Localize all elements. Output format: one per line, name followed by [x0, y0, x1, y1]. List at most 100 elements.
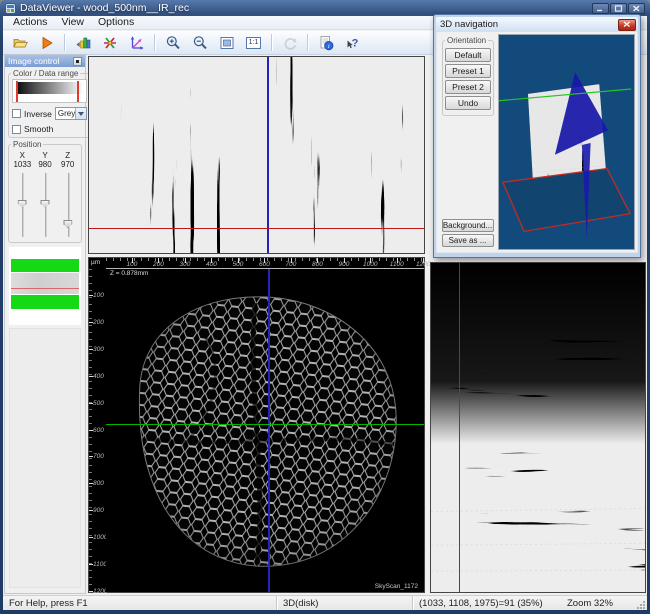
ruler-tick: 800: [89, 457, 106, 484]
smooth-label: Smooth: [24, 124, 53, 134]
axis-name: Z: [56, 151, 79, 160]
rotate-icon[interactable]: [278, 33, 301, 53]
top-slice-view[interactable]: [88, 56, 425, 254]
nav3d-window: 3D navigation Orientation Default Preset …: [433, 14, 641, 258]
axes-icon[interactable]: [125, 33, 148, 53]
ruler-tick: 800: [292, 258, 319, 268]
position-slider[interactable]: [34, 171, 57, 239]
vertical-ruler: 100200300400500600700800900100011001200: [89, 269, 106, 592]
status-mode-text: 3D(disk): [277, 598, 412, 609]
ruler-tick: 700: [265, 258, 292, 268]
zoom-in-icon[interactable]: [161, 33, 184, 53]
actual-size-icon[interactable]: 1:1: [242, 33, 265, 53]
info-icon[interactable]: i: [314, 33, 337, 53]
axis-value: 970: [56, 160, 79, 169]
position-slider[interactable]: [56, 171, 79, 239]
panel-empty-area: [9, 328, 81, 588]
preview-grey-band: [11, 273, 79, 294]
menu-item[interactable]: Actions: [6, 16, 54, 29]
blue-slice-line[interactable]: [267, 57, 269, 253]
app-icon: [5, 3, 16, 14]
play-icon[interactable]: [35, 33, 58, 53]
volume-render-image: [499, 35, 634, 249]
orientation-preset-button[interactable]: Undo: [445, 96, 491, 110]
ruler-tick: 100: [106, 258, 133, 268]
image-control-title: Image control: [8, 56, 60, 66]
preview-red-line: [11, 288, 79, 289]
side-slice-view[interactable]: [430, 262, 646, 593]
position-slider[interactable]: [11, 171, 34, 239]
nav3d-title-bar[interactable]: 3D navigation: [436, 17, 638, 32]
status-zoom-text: Zoom 32%: [561, 598, 633, 609]
ruler-tick: 1000: [345, 258, 372, 268]
maximize-button[interactable]: [610, 3, 627, 14]
menu-item[interactable]: View: [54, 16, 91, 29]
inverse-label: Inverse: [24, 109, 52, 119]
red-slice-line[interactable]: [89, 228, 424, 229]
axis-name: X: [11, 151, 34, 160]
save-as-button[interactable]: Save as ...: [442, 234, 494, 247]
close-button[interactable]: [628, 3, 645, 14]
inverse-checkbox[interactable]: [12, 109, 21, 118]
background-button[interactable]: Background...: [442, 219, 494, 232]
context-help-icon[interactable]: ?: [341, 33, 364, 53]
grey-gradient: [16, 82, 83, 94]
position-group: Position X 1033 Y 980: [8, 140, 82, 243]
nav3d-bottom-buttons: Background... Save as ...: [439, 217, 496, 250]
blue-slice-line[interactable]: [268, 269, 270, 592]
toolbar-separator: [154, 34, 155, 51]
range-min-marker[interactable]: [16, 81, 18, 102]
svg-text:i: i: [327, 43, 329, 50]
close-icon[interactable]: [618, 19, 636, 31]
dataset-3d-icon[interactable]: [71, 33, 94, 53]
color-range-label: Color / Data range: [11, 69, 80, 78]
scanner-label: SkyScan_1172: [375, 583, 418, 590]
ruler-tick: 400: [89, 350, 106, 377]
panel-menu-icon[interactable]: [73, 57, 82, 66]
ruler-tick-label: 1200: [416, 261, 430, 268]
nav3d-viewport[interactable]: [498, 34, 635, 250]
color-range-histogram[interactable]: [12, 79, 87, 103]
dataset-preview: [9, 247, 81, 325]
ruler-tick: 900: [318, 258, 345, 268]
open-icon[interactable]: [8, 33, 31, 53]
slider-thumb[interactable]: [18, 200, 27, 208]
ruler-tick: 300: [159, 258, 186, 268]
resize-grip[interactable]: [633, 597, 646, 610]
range-max-marker[interactable]: [77, 81, 79, 102]
menu-item[interactable]: Options: [91, 16, 141, 29]
orientation-preset-button[interactable]: Default: [445, 48, 491, 62]
slider-thumb[interactable]: [63, 220, 72, 228]
window-controls: [592, 3, 645, 14]
red-slice-line[interactable]: [459, 263, 460, 592]
toolbar-separator: [307, 34, 308, 51]
minimize-button[interactable]: [592, 3, 609, 14]
cross-section-image[interactable]: Z = 0.878mm SkyScan_1172: [106, 269, 424, 592]
main-slice-view[interactable]: µm 1002003004005006007008009001000110012…: [88, 257, 425, 593]
green-slice-line[interactable]: [106, 424, 424, 425]
nav3d-body: Orientation DefaultPreset 1Preset 2Undo …: [436, 32, 638, 253]
smooth-checkbox[interactable]: [12, 125, 21, 134]
fit-to-window-icon[interactable]: [215, 33, 238, 53]
ruler-tick: 700: [89, 431, 106, 458]
nav3d-title: 3D navigation: [440, 19, 498, 30]
window-title: DataViewer - wood_500nm__IR_rec: [20, 2, 189, 14]
slider-thumb[interactable]: [41, 200, 50, 208]
ruler-tick: 1000: [89, 511, 106, 538]
image-control-header[interactable]: Image control: [5, 55, 85, 67]
position-axis: Z 970: [56, 151, 79, 239]
palette-select[interactable]: Grey: [55, 107, 87, 120]
orientation-label: Orientation: [445, 36, 488, 45]
ruler-tick: 1200: [89, 565, 106, 592]
orientation-preset-button[interactable]: Preset 2: [445, 80, 491, 94]
status-coords-text: (1033, 1108, 1975)=91 (35%): [413, 598, 561, 609]
3d-view-icon[interactable]: [98, 33, 121, 53]
orientation-preset-button[interactable]: Preset 1: [445, 64, 491, 78]
nav3d-controls: Orientation DefaultPreset 1Preset 2Undo …: [439, 34, 496, 250]
ruler-tick: 1200: [398, 258, 425, 268]
position-label: Position: [11, 140, 43, 149]
chevron-down-icon[interactable]: [75, 108, 86, 119]
ruler-tick: 100: [89, 269, 106, 296]
ruler-tick: 200: [133, 258, 160, 268]
zoom-out-icon[interactable]: [188, 33, 211, 53]
